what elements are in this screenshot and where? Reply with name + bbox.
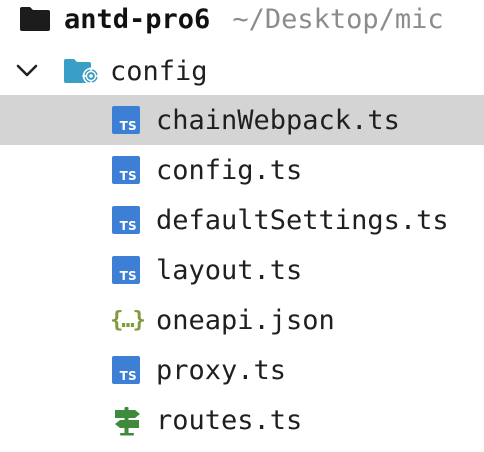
file-row-layout[interactable]: TS layout.ts (0, 245, 484, 295)
file-name: defaultSettings.ts (156, 204, 449, 236)
typescript-file-icon: TS (112, 206, 140, 234)
file-name: oneapi.json (156, 304, 335, 336)
file-row-config[interactable]: TS config.ts (0, 145, 484, 195)
folder-row-config[interactable]: config (0, 46, 484, 96)
chevron-down-icon[interactable] (14, 58, 40, 84)
file-row-defaultsettings[interactable]: TS defaultSettings.ts (0, 195, 484, 245)
folder-name: config (110, 55, 208, 87)
file-name: proxy.ts (156, 354, 287, 386)
file-row-oneapi[interactable]: {…} oneapi.json (0, 295, 484, 345)
file-name: chainWebpack.ts (156, 104, 400, 136)
file-name: layout.ts (156, 254, 303, 286)
folder-icon (18, 4, 52, 34)
project-root-row[interactable]: antd-pro6 ~/Desktop/mic (0, 0, 484, 44)
json-file-icon: {…} (110, 307, 146, 333)
config-folder-icon (62, 56, 102, 86)
file-row-proxy[interactable]: TS proxy.ts (0, 345, 484, 395)
project-name: antd-pro6 (64, 3, 211, 35)
routes-signpost-icon (110, 403, 144, 437)
typescript-file-icon: TS (112, 156, 140, 184)
typescript-file-icon: TS (112, 256, 140, 284)
typescript-file-icon: TS (112, 106, 140, 134)
file-row-chainwebpack[interactable]: TS chainWebpack.ts (0, 95, 484, 145)
typescript-file-icon: TS (112, 356, 140, 384)
file-name: config.ts (156, 154, 303, 186)
project-path: ~/Desktop/mic (232, 3, 444, 35)
file-row-routes[interactable]: routes.ts (0, 395, 484, 445)
project-file-tree: antd-pro6 ~/Desktop/mic config TS chainW… (0, 0, 484, 452)
file-name: routes.ts (156, 404, 303, 436)
